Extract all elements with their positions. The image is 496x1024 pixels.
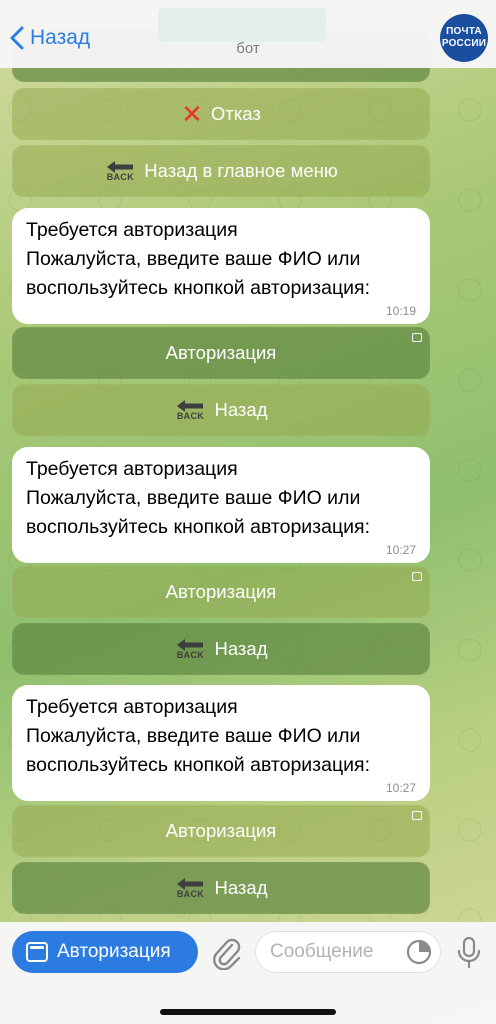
webapp-icon <box>412 811 422 820</box>
sticker-icon[interactable] <box>406 939 432 965</box>
message-line: Пожалуйста, введите ваше ФИО или <box>26 487 361 509</box>
message-line: Требуется авторизация <box>26 458 238 480</box>
chat-area: ✕ Отказ BACK Назад в главное меню Требуе… <box>0 0 496 1024</box>
message-bubble: Требуется авторизация Пожалуйста, введит… <box>12 208 430 324</box>
message-line: Требуется авторизация <box>26 219 238 241</box>
home-indicator[interactable] <box>160 1009 336 1015</box>
message-time: 10:27 <box>385 543 416 557</box>
inline-button-label: Авторизация <box>165 342 277 363</box>
inline-button-label: Назад в главное меню <box>144 160 338 181</box>
back-icon: BACK <box>104 160 136 182</box>
back-icon: BACK <box>174 877 206 899</box>
back-icon: BACK <box>174 638 206 660</box>
webapp-icon <box>412 572 422 581</box>
chat-subtitle: бот <box>236 40 260 57</box>
inline-button-label: Назад <box>214 399 268 420</box>
message-bubble: Требуется авторизация Пожалуйста, введит… <box>12 685 430 801</box>
inline-button-authorization[interactable]: Авторизация <box>12 566 430 618</box>
inline-button-authorization[interactable]: Авторизация <box>12 805 430 857</box>
microphone-icon[interactable] <box>456 936 482 970</box>
inline-button-label: Назад <box>214 877 268 898</box>
chat-title-redacted[interactable] <box>158 8 326 42</box>
menu-button-label: Авторизация <box>57 941 171 962</box>
message-line: Требуется авторизация <box>26 696 238 718</box>
inline-button-back[interactable]: BACK Назад <box>12 623 430 675</box>
message-line: Пожалуйста, введите ваше ФИО или <box>26 725 361 747</box>
bot-avatar[interactable]: ПОЧТА РОССИИ <box>440 14 488 62</box>
message-time: 10:19 <box>385 304 416 318</box>
inline-button-label: Авторизация <box>165 581 277 602</box>
attach-icon[interactable] <box>212 936 242 970</box>
x-icon: ✕ <box>181 99 203 129</box>
avatar-line: РОССИИ <box>441 38 487 49</box>
inline-button-label: Авторизация <box>165 820 277 841</box>
webapp-icon <box>412 333 422 342</box>
message-placeholder: Сообщение <box>270 941 374 962</box>
message-line: воспользуйтесь кнопкой авторизация: <box>26 277 371 299</box>
inline-button-back[interactable]: BACK Назад <box>12 384 430 436</box>
message-line: воспользуйтесь кнопкой авторизация: <box>26 516 371 538</box>
inline-button-reject[interactable]: ✕ Отказ <box>12 88 430 140</box>
chat-header: Назад бот ПОЧТА РОССИИ <box>0 0 496 68</box>
inline-button-authorization[interactable]: Авторизация <box>12 327 430 379</box>
message-bubble: Требуется авторизация Пожалуйста, введит… <box>12 447 430 563</box>
inline-button-label: Отказ <box>210 103 261 124</box>
menu-button-authorization[interactable]: Авторизация <box>12 931 198 973</box>
inline-button-back[interactable]: BACK Назад <box>12 862 430 914</box>
message-line: Пожалуйста, введите ваше ФИО или <box>26 248 361 270</box>
webapp-icon <box>26 942 48 962</box>
back-icon: BACK <box>174 399 206 421</box>
inline-button-label: Назад <box>214 638 268 659</box>
inline-button-main-menu[interactable]: BACK Назад в главное меню <box>12 145 430 197</box>
message-line: воспользуйтесь кнопкой авторизация: <box>26 754 371 776</box>
message-time: 10:27 <box>385 781 416 795</box>
avatar-line: ПОЧТА <box>446 26 482 37</box>
